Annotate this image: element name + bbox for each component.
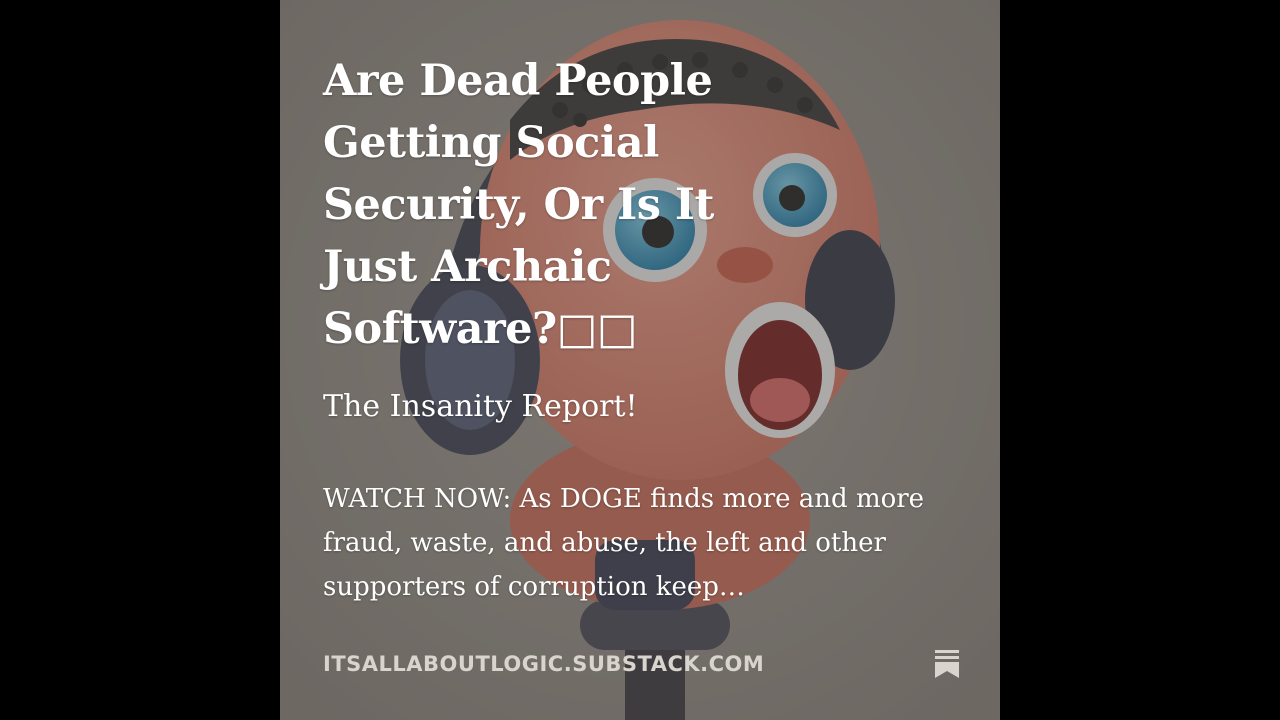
publication-domain[interactable]: ITSALLABOUTLOGIC.SUBSTACK.COM (323, 652, 764, 676)
post-excerpt: WATCH NOW: As DOGE finds more and more f… (323, 484, 925, 602)
post-title[interactable]: Are Dead People Getting Social Security,… (323, 50, 803, 360)
card-footer: ITSALLABOUTLOGIC.SUBSTACK.COM (323, 648, 960, 680)
post-preview-card[interactable]: Are Dead People Getting Social Security,… (280, 0, 1000, 720)
post-subtitle: The Insanity Report! (323, 389, 638, 424)
substack-bookmark-icon (935, 650, 959, 678)
